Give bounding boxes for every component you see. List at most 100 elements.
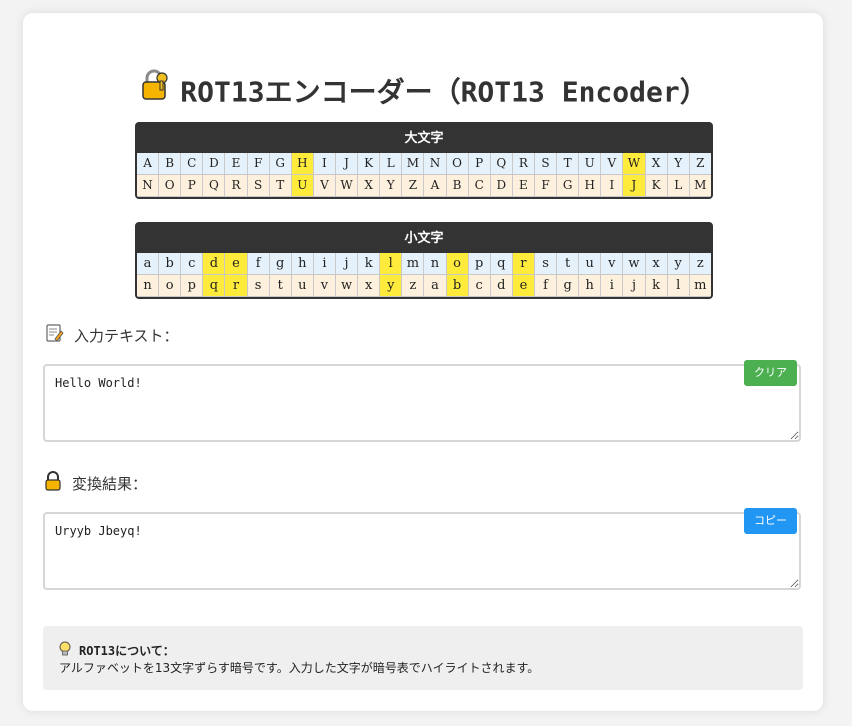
- lower-plain-cell: l: [380, 253, 403, 275]
- info-box: ROT13について： アルファベットを13文字ずらす暗号です。入力した文字が暗号…: [43, 626, 803, 690]
- lower-plain-cell: t: [557, 253, 580, 275]
- lower-cipher-cell: b: [446, 275, 469, 297]
- copy-button[interactable]: コピー: [744, 508, 797, 534]
- lower-cipher-cell: m: [689, 275, 711, 297]
- upper-cipher-cell: C: [468, 175, 491, 197]
- upper-plain-cell: W: [623, 153, 646, 175]
- uppercase-cipher-row: NOPQRSTUVWXYZABCDEFGHIJKLM: [137, 175, 711, 197]
- lower-cipher-cell: a: [424, 275, 447, 297]
- lower-plain-cell: y: [667, 253, 690, 275]
- lower-cipher-cell: y: [380, 275, 403, 297]
- upper-cipher-cell: W: [335, 175, 359, 197]
- uppercase-heading: 大文字: [404, 131, 444, 146]
- lower-cipher-cell: r: [225, 275, 248, 297]
- lower-cipher-cell: x: [358, 275, 381, 297]
- info-title: ROT13について：: [79, 644, 175, 658]
- info-body: アルファベットを13文字ずらす暗号です。入力した文字が暗号表でハイライトされます…: [59, 661, 540, 675]
- lower-plain-cell: h: [291, 253, 314, 275]
- lower-plain-cell: s: [534, 253, 558, 275]
- lowercase-table: 小文字 abcdefghijklmnopqrstuvwxyz nopqrstuv…: [135, 222, 713, 299]
- lower-plain-cell: u: [579, 253, 602, 275]
- upper-cipher-cell: J: [623, 175, 646, 197]
- upper-plain-cell: V: [601, 153, 624, 175]
- upper-cipher-cell: R: [225, 175, 248, 197]
- upper-cipher-cell: N: [137, 175, 160, 197]
- lower-plain-cell: j: [335, 253, 359, 275]
- upper-cipher-cell: F: [534, 175, 558, 197]
- lower-cipher-cell: f: [534, 275, 558, 297]
- info-title-row: ROT13について：: [59, 641, 175, 660]
- lower-plain-cell: c: [181, 253, 204, 275]
- lower-cipher-cell: d: [490, 275, 513, 297]
- lower-cipher-cell: w: [335, 275, 359, 297]
- lower-plain-cell: r: [512, 253, 535, 275]
- upper-cipher-cell: M: [689, 175, 711, 197]
- page-title: ROT13エンコーダー（ROT13 Encoder）: [180, 75, 708, 109]
- input-label: 入力テキスト：: [74, 326, 179, 345]
- lower-plain-cell: b: [159, 253, 182, 275]
- lower-cipher-cell: c: [468, 275, 491, 297]
- upper-cipher-cell: Z: [402, 175, 425, 197]
- lower-plain-cell: d: [203, 253, 226, 275]
- upper-cipher-cell: U: [291, 175, 314, 197]
- upper-plain-cell: E: [225, 153, 248, 175]
- upper-cipher-cell: V: [313, 175, 336, 197]
- upper-plain-cell: F: [247, 153, 270, 175]
- lower-plain-cell: k: [358, 253, 381, 275]
- lower-cipher-cell: k: [645, 275, 668, 297]
- output-label-row: 変換結果：: [44, 471, 147, 495]
- upper-plain-cell: C: [181, 153, 204, 175]
- lower-cipher-cell: i: [601, 275, 624, 297]
- upper-cipher-cell: E: [512, 175, 535, 197]
- output-textarea[interactable]: Uryyb Jbeyq!: [43, 512, 801, 590]
- lower-plain-cell: v: [601, 253, 624, 275]
- upper-plain-cell: P: [468, 153, 491, 175]
- upper-plain-cell: Y: [667, 153, 690, 175]
- upper-cipher-cell: O: [159, 175, 182, 197]
- lower-plain-cell: z: [689, 253, 711, 275]
- upper-plain-cell: A: [137, 153, 160, 175]
- lower-plain-cell: i: [313, 253, 336, 275]
- upper-plain-cell: Q: [490, 153, 513, 175]
- lower-cipher-cell: s: [247, 275, 270, 297]
- lower-cipher-cell: t: [269, 275, 292, 297]
- upper-plain-cell: T: [557, 153, 580, 175]
- upper-cipher-cell: T: [269, 175, 292, 197]
- clear-button[interactable]: クリア: [744, 360, 797, 386]
- upper-cipher-cell: L: [667, 175, 690, 197]
- lowercase-plain-row: abcdefghijklmnopqrstuvwxyz: [137, 253, 711, 275]
- upper-plain-cell: B: [159, 153, 182, 175]
- lock-with-key-icon: [138, 68, 172, 113]
- lower-plain-cell: p: [468, 253, 491, 275]
- upper-cipher-cell: Q: [203, 175, 226, 197]
- upper-cipher-cell: B: [446, 175, 469, 197]
- lower-cipher-cell: z: [402, 275, 425, 297]
- lower-cipher-cell: q: [203, 275, 226, 297]
- upper-plain-cell: R: [512, 153, 535, 175]
- lower-plain-cell: q: [490, 253, 513, 275]
- lower-cipher-cell: u: [291, 275, 314, 297]
- lower-cipher-cell: e: [512, 275, 535, 297]
- lower-plain-cell: w: [623, 253, 646, 275]
- output-label: 変換結果：: [72, 474, 148, 493]
- uppercase-table: 大文字 ABCDEFGHIJKLMNOPQRSTUVWXYZ NOPQRSTUV…: [135, 122, 713, 199]
- memo-icon: [44, 323, 64, 347]
- output-area: Uryyb Jbeyq! コピー: [43, 508, 801, 590]
- input-area: Hello World! クリア: [43, 360, 801, 442]
- lock-icon: [44, 471, 62, 495]
- upper-cipher-cell: K: [645, 175, 668, 197]
- lower-plain-cell: a: [137, 253, 160, 275]
- lower-plain-cell: m: [402, 253, 425, 275]
- lower-cipher-cell: n: [137, 275, 160, 297]
- lower-plain-cell: g: [269, 253, 292, 275]
- upper-plain-cell: S: [534, 153, 558, 175]
- upper-cipher-cell: X: [358, 175, 381, 197]
- input-textarea[interactable]: Hello World!: [43, 364, 801, 442]
- lower-cipher-cell: l: [667, 275, 690, 297]
- upper-plain-cell: U: [579, 153, 602, 175]
- upper-plain-cell: I: [313, 153, 336, 175]
- lower-plain-cell: x: [645, 253, 668, 275]
- upper-cipher-cell: A: [424, 175, 447, 197]
- lowercase-cipher-row: nopqrstuvwxyzabcdefghijklm: [137, 275, 711, 297]
- upper-plain-cell: J: [335, 153, 359, 175]
